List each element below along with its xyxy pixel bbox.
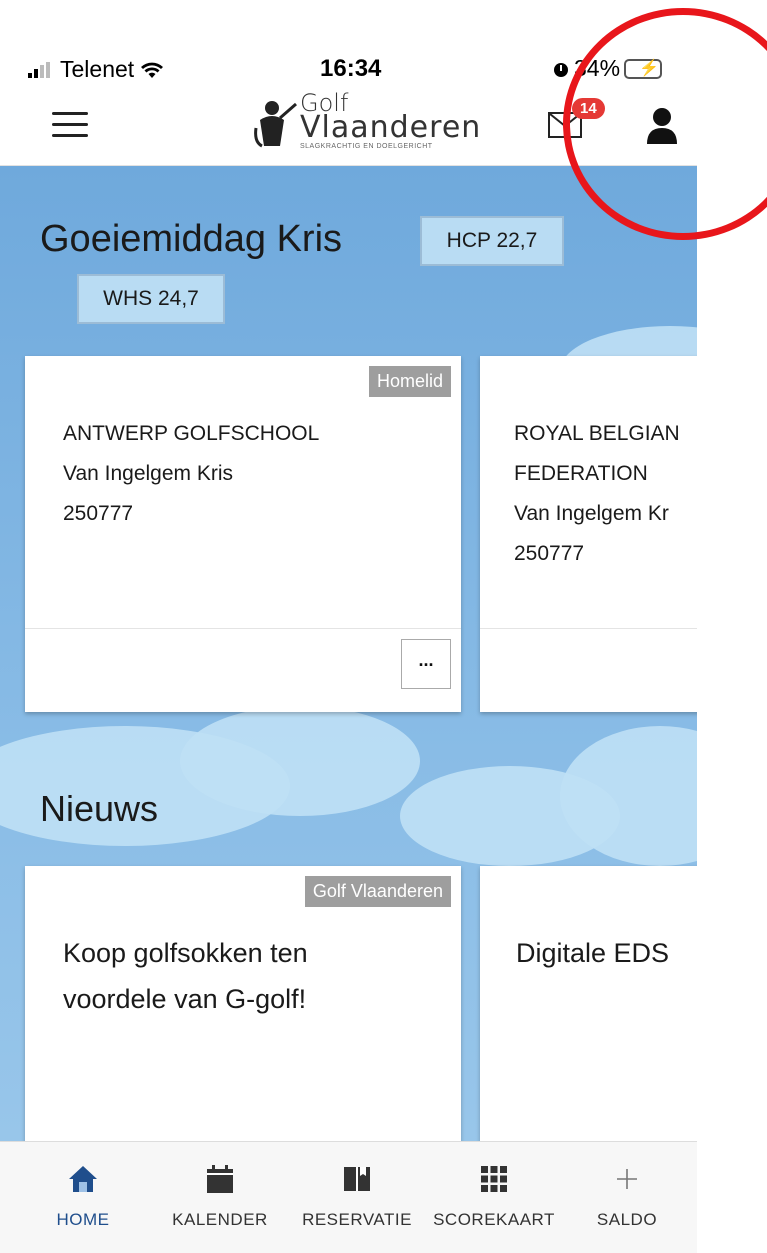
phone-screen: Telenet 16:34 34% ⚡ Golf Vlaanderen SLAG…: [0, 0, 697, 1253]
member-name: Van Ingelgem Kr: [514, 502, 669, 525]
news-headline-line1: Digitale EDS: [516, 938, 670, 968]
news-headline-line2: voordele van G-golf!: [63, 984, 307, 1014]
membership-card[interactable]: ROYAL BELGIAN FEDERATION Van Ingelgem Kr…: [480, 356, 697, 712]
logo-line2: Vlaanderen: [300, 110, 482, 145]
member-name: Van Ingelgem Kris: [63, 462, 234, 485]
news-headline: Koop golfsokken ten voordele van G-golf!: [63, 930, 308, 1022]
app-header: Golf Vlaanderen SLAGKRACHTIG EN DOELGERI…: [0, 82, 697, 166]
news-source-tag: Golf Vlaanderen: [304, 876, 451, 907]
golf-vlaanderen-logo: Golf Vlaanderen SLAGKRACHTIG EN DOELGERI…: [250, 91, 482, 156]
club-name-line1: ROYAL BELGIAN: [514, 422, 680, 445]
membership-details: ROYAL BELGIAN FEDERATION Van Ingelgem Kr…: [514, 414, 680, 574]
tab-label: SALDO: [596, 1210, 658, 1229]
news-card[interactable]: Golf Vlaanderen Koop golfsokken ten voor…: [25, 866, 461, 1141]
tab-label: KALENDER: [172, 1210, 268, 1229]
club-name: ANTWERP GOLFSCHOOL: [63, 422, 320, 445]
alarm-icon: [554, 62, 568, 77]
status-bar: Telenet 16:34 34% ⚡: [0, 0, 697, 82]
tab-saldo[interactable]: SALDO: [557, 1142, 697, 1253]
home-icon: [69, 1166, 97, 1192]
battery-percent: 34%: [574, 55, 621, 81]
news-card[interactable]: Digitale EDS: [480, 866, 697, 1141]
battery-icon: ⚡: [624, 58, 663, 79]
member-number: 250777: [63, 502, 134, 525]
news-headline-line1: Koop golfsokken ten: [63, 938, 308, 968]
card-footer: ...: [25, 628, 461, 712]
tab-label: HOME: [56, 1210, 110, 1229]
tab-scorekaart[interactable]: SCOREKAART: [424, 1142, 564, 1253]
news-headline: Digitale EDS: [516, 930, 669, 976]
tab-label: SCOREKAART: [433, 1210, 555, 1229]
club-name-line2: FEDERATION: [514, 462, 648, 485]
clock: 16:34: [320, 55, 382, 82]
book-icon: [344, 1167, 370, 1191]
member-number: 250777: [514, 542, 585, 565]
battery-area: 34% ⚡: [552, 55, 663, 82]
carrier-label: Telenet: [60, 56, 135, 82]
membership-card[interactable]: Homelid ANTWERP GOLFSCHOOL Van Ingelgem …: [25, 356, 461, 712]
membership-details: ANTWERP GOLFSCHOOL Van Ingelgem Kris 250…: [63, 414, 319, 534]
logo-text: Golf Vlaanderen SLAGKRACHTIG EN DOELGERI…: [300, 91, 482, 150]
signal-icon: [28, 61, 50, 78]
tab-label: RESERVATIE: [302, 1210, 412, 1229]
mail-badge: 14: [572, 98, 605, 119]
home-content[interactable]: Goeiemiddag Kris HCP 22,7 WHS 24,7 Homel…: [0, 166, 697, 1141]
card-footer: [480, 628, 697, 712]
golfer-icon: [254, 101, 297, 148]
calendar-icon: [207, 1165, 233, 1193]
tab-home[interactable]: HOME: [13, 1142, 153, 1253]
whs-chip: WHS 24,7: [77, 274, 225, 324]
tab-kalender[interactable]: KALENDER: [150, 1142, 290, 1253]
tab-reservatie[interactable]: RESERVATIE: [287, 1142, 427, 1253]
membership-tag: Homelid: [368, 366, 451, 397]
carrier: Telenet: [28, 56, 164, 83]
more-options-button[interactable]: ...: [401, 639, 451, 689]
plus-icon: [617, 1169, 637, 1189]
grid-icon: [481, 1166, 507, 1192]
bottom-tab-bar: HOME KALENDER RESERVATIE SCOREKAART SALD…: [0, 1141, 697, 1253]
hcp-chip: HCP 22,7: [420, 216, 564, 266]
greeting-title: Goeiemiddag Kris: [40, 218, 343, 260]
menu-icon[interactable]: [52, 112, 88, 138]
wifi-icon: [141, 62, 164, 78]
news-section-title: Nieuws: [40, 788, 159, 829]
profile-icon[interactable]: [645, 106, 679, 144]
